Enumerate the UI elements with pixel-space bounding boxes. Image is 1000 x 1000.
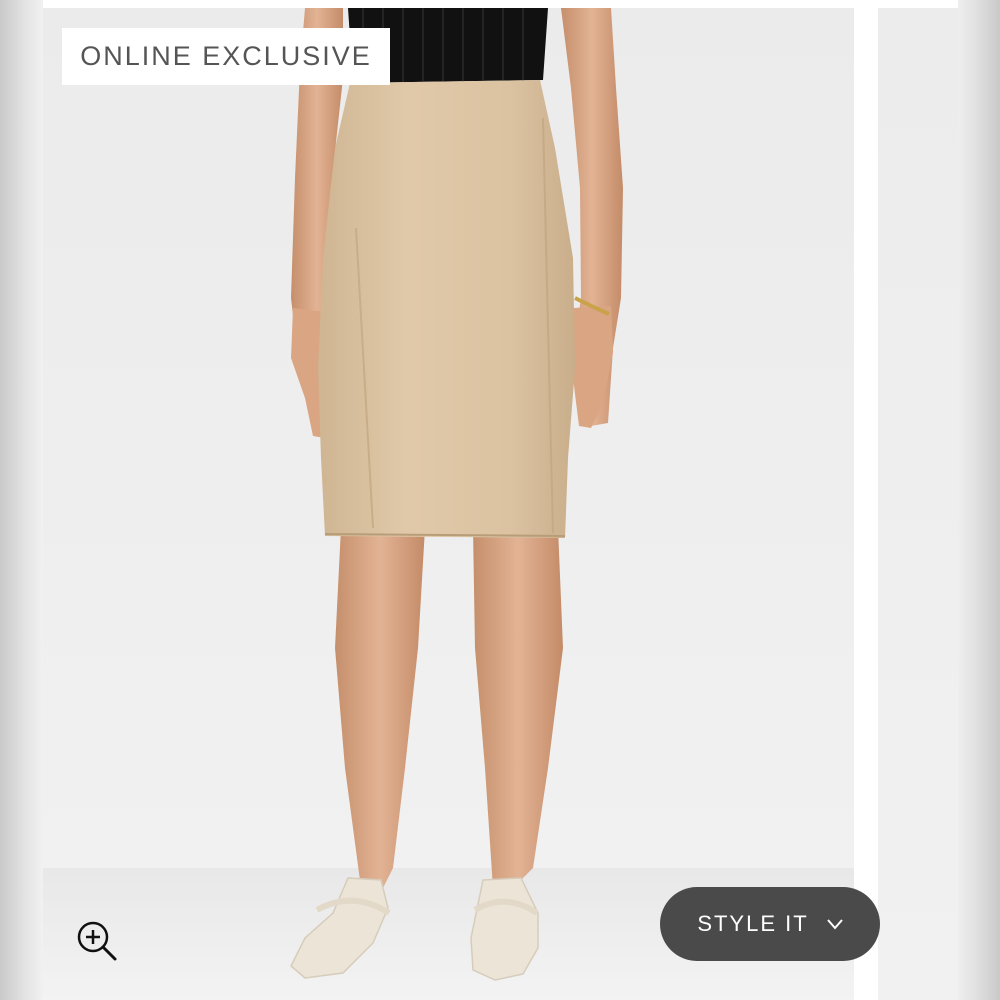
left-shoe [290,877,389,979]
product-image[interactable] [43,8,854,1000]
chevron-down-icon [826,919,843,930]
badge-label: ONLINE EXCLUSIVE [80,41,372,71]
product-model-figure [290,8,623,981]
gallery-edge-right [958,0,1000,1000]
gallery-edge-left [0,0,43,1000]
style-it-label: STYLE IT [697,911,809,936]
zoom-in-icon [77,921,117,961]
online-exclusive-badge: ONLINE EXCLUSIVE [62,28,390,85]
right-leg [473,528,563,888]
next-image-preview[interactable] [878,8,958,1000]
right-shoe [470,877,539,981]
style-it-button[interactable]: STYLE IT [660,887,880,961]
zoom-in-button[interactable] [74,918,120,964]
product-gallery: ONLINE EXCLUSIVE STYLE IT [0,0,1000,1000]
pencil-skirt [318,80,575,538]
left-leg [335,528,425,888]
